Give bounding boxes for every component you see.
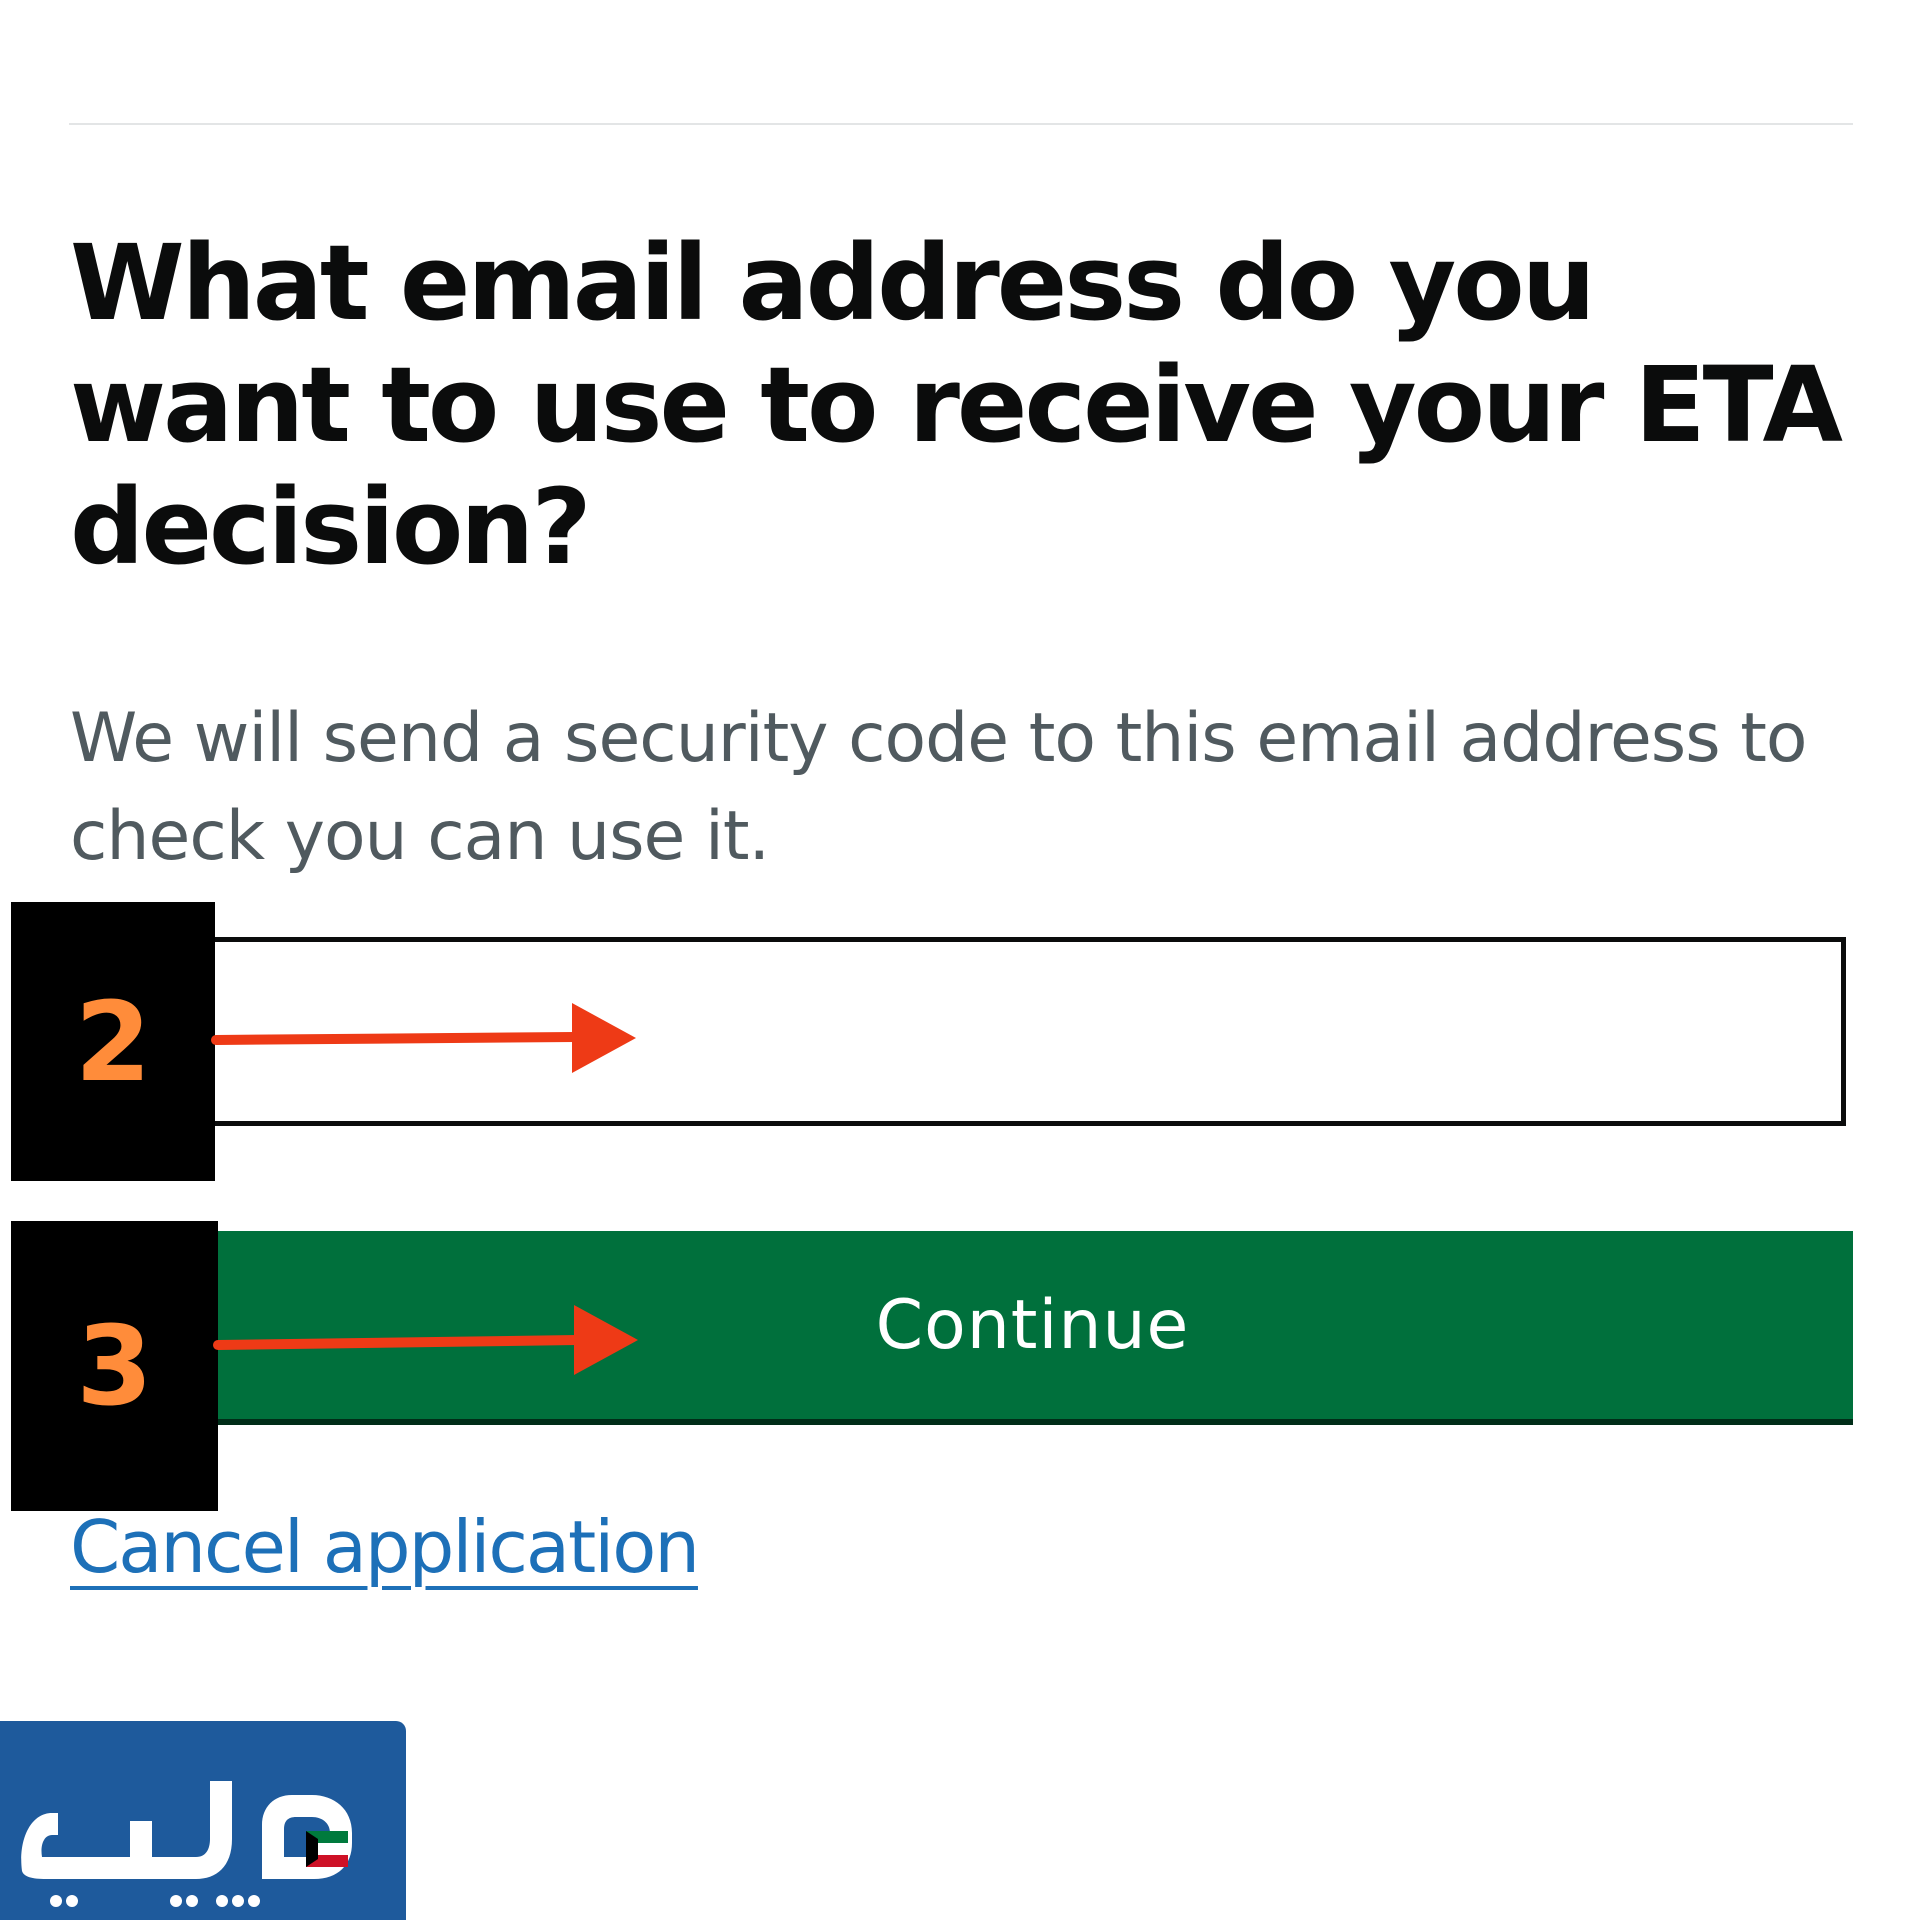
wiki-logo	[0, 1721, 406, 1920]
step-3-arrow-icon	[213, 1305, 638, 1375]
step-2-number: 2	[74, 977, 152, 1106]
cancel-application-link[interactable]: Cancel application	[70, 1502, 700, 1592]
page: What email address do you want to use to…	[0, 0, 1920, 1920]
step-3-number: 3	[76, 1302, 153, 1430]
page-heading: What email address do you want to use to…	[70, 222, 1843, 588]
step-3-badge: 3	[11, 1221, 218, 1511]
hint-text: We will send a security code to this ema…	[70, 699, 1808, 876]
wiki-logo-icon	[21, 1781, 352, 1907]
step-2-badge: 2	[11, 902, 215, 1181]
step-2-arrow-icon	[211, 1003, 636, 1073]
section-divider	[69, 123, 1853, 125]
